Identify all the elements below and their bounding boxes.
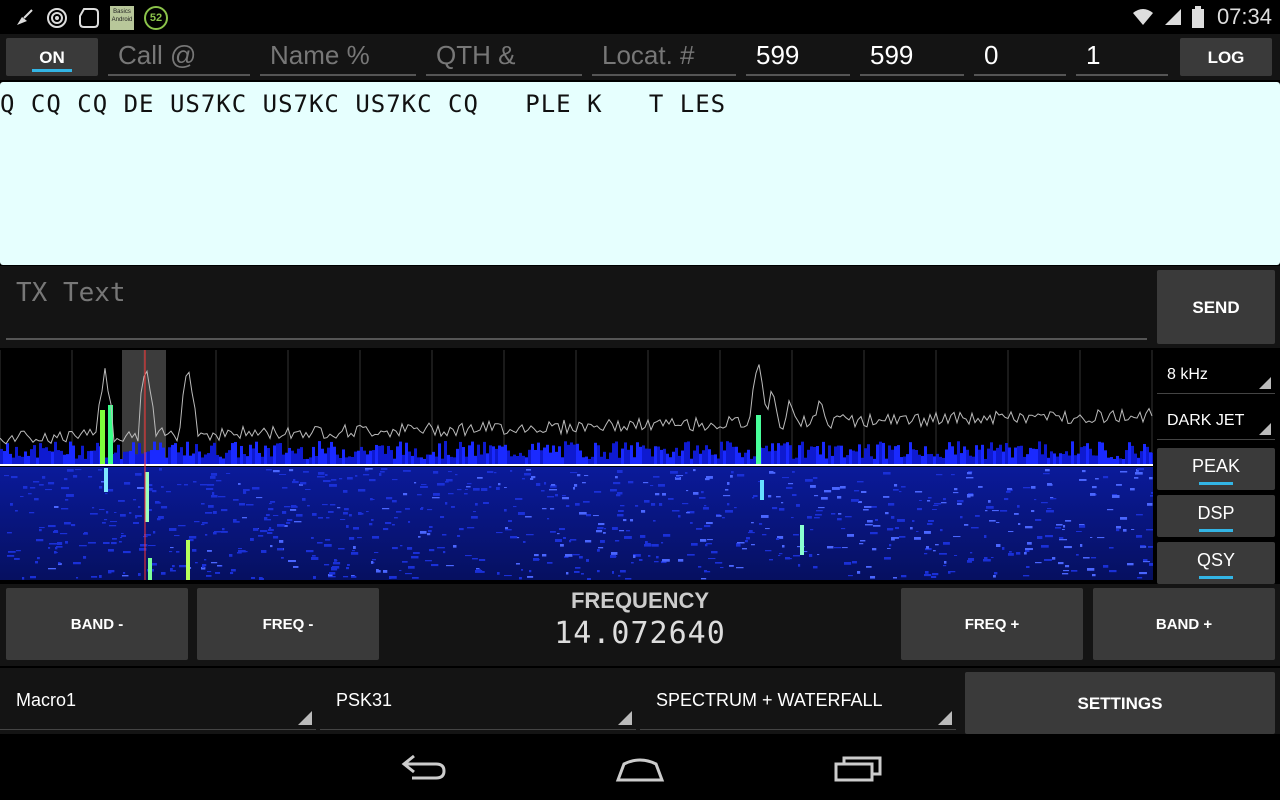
- recent-apps-icon[interactable]: [828, 750, 888, 786]
- settings-button[interactable]: SETTINGS: [965, 672, 1275, 734]
- dsp-label: DSP: [1197, 503, 1235, 523]
- band-plus-button[interactable]: BAND +: [1093, 588, 1275, 660]
- serial-received-field[interactable]: 1: [1076, 38, 1168, 76]
- send-button[interactable]: SEND: [1157, 270, 1275, 344]
- frequency-title: FREQUENCY: [570, 588, 710, 613]
- wifi-icon: [1132, 9, 1153, 25]
- view-spinner[interactable]: SPECTRUM + WATERFALL: [640, 672, 956, 730]
- call-field[interactable]: Call @: [108, 38, 250, 76]
- qth-field[interactable]: QTH &: [426, 38, 582, 76]
- log-button[interactable]: LOG: [1180, 38, 1272, 76]
- freq-plus-button[interactable]: FREQ +: [901, 588, 1083, 660]
- badge-52-icon: 52: [144, 6, 168, 30]
- navigation-bar: [0, 736, 1280, 800]
- on-toggle-button[interactable]: ON: [6, 38, 98, 76]
- view-value: SPECTRUM + WATERFALL: [656, 690, 883, 710]
- peak-indicator: [1199, 482, 1233, 485]
- qsy-toggle[interactable]: QSY: [1157, 542, 1275, 584]
- target-icon: [47, 8, 67, 28]
- mode-spinner[interactable]: PSK31: [320, 672, 636, 730]
- battery-icon: [1191, 6, 1204, 28]
- tx-text-input[interactable]: TX Text: [6, 274, 1147, 340]
- locator-field[interactable]: Locat. #: [592, 38, 736, 76]
- dropdown-triangle-icon: [618, 711, 632, 725]
- frequency-row: BAND - FREQ - FREQUENCY 14.072640 FREQ +…: [0, 584, 1280, 666]
- name-field[interactable]: Name %: [260, 38, 416, 76]
- rst-received-field[interactable]: 599: [860, 38, 964, 76]
- waterfall-background: [0, 467, 1153, 580]
- rst-sent-field[interactable]: 599: [746, 38, 850, 76]
- freq-minus-button[interactable]: FREQ -: [197, 588, 379, 660]
- system-status: 07:34: [1131, 4, 1272, 30]
- rounded-square-icon: [79, 8, 99, 28]
- on-indicator: [32, 69, 72, 72]
- qsy-indicator: [1199, 576, 1233, 579]
- spectrum-waterfall-canvas[interactable]: [0, 350, 1153, 580]
- signal-icon: [1164, 9, 1181, 25]
- qso-fields-row: ON Call @ Name % QTH & Locat. # 599 599 …: [0, 34, 1280, 80]
- home-icon[interactable]: [610, 750, 670, 786]
- status-bar: Basics Android 52 07:34: [0, 0, 1280, 34]
- on-label: ON: [39, 48, 65, 67]
- clock: 07:34: [1216, 4, 1272, 29]
- qsy-label: QSY: [1196, 550, 1235, 570]
- notification-icons: Basics Android 52: [14, 6, 168, 30]
- dsp-indicator: [1199, 529, 1233, 532]
- palette-value: DARK JET: [1167, 412, 1245, 429]
- serial-sent-field[interactable]: 0: [974, 38, 1066, 76]
- dropdown-triangle-icon: [298, 711, 312, 725]
- broom-icon: [17, 9, 33, 25]
- basics-android-icon: Basics Android: [110, 6, 134, 30]
- peak-toggle[interactable]: PEAK: [1157, 448, 1275, 490]
- spectrum-waterfall-display[interactable]: [0, 350, 1153, 580]
- tx-row: TX Text SEND: [0, 266, 1280, 348]
- dropdown-triangle-icon: [938, 711, 952, 725]
- rx-text-area[interactable]: Q CQ CQ DE US7KC US7KC US7KC CQ PLE K T …: [0, 82, 1280, 265]
- dropdown-triangle-icon: [1259, 377, 1271, 389]
- rx-text: Q CQ CQ DE US7KC US7KC US7KC CQ PLE K T …: [0, 90, 727, 118]
- peak-label: PEAK: [1191, 456, 1241, 476]
- mode-value: PSK31: [336, 690, 393, 710]
- frequency-value: 14.072640: [554, 616, 726, 651]
- span-value: 8 kHz: [1167, 366, 1208, 383]
- span-spinner[interactable]: 8 kHz: [1157, 352, 1275, 394]
- back-icon[interactable]: [394, 750, 454, 786]
- macro-spinner[interactable]: Macro1: [0, 672, 316, 730]
- dsp-toggle[interactable]: DSP: [1157, 495, 1275, 537]
- band-minus-button[interactable]: BAND -: [6, 588, 188, 660]
- scope-controls: 8 kHz DARK JET PEAK DSP QSY: [1157, 350, 1277, 584]
- dropdown-triangle-icon: [1259, 423, 1271, 435]
- palette-spinner[interactable]: DARK JET: [1157, 398, 1275, 440]
- macro-value: Macro1: [16, 690, 77, 710]
- selectors-row: Macro1 PSK31 SPECTRUM + WATERFALL SETTIN…: [0, 668, 1280, 734]
